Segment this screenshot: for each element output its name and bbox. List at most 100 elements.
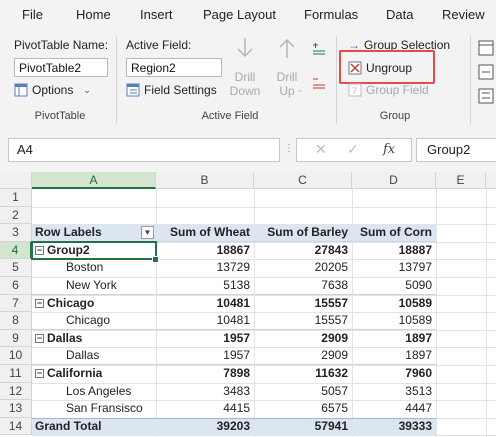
collapse-field-icon[interactable] <box>312 76 326 90</box>
function-icon[interactable]: fx <box>383 142 395 157</box>
pivot-value-cell[interactable]: 15557 <box>254 312 352 330</box>
grand-total-cell[interactable]: 57941 <box>254 418 352 436</box>
row-header[interactable]: 4 <box>0 241 32 260</box>
row-header[interactable]: 2 <box>0 206 32 225</box>
pivot-value-cell[interactable]: 3483 <box>156 383 254 401</box>
insert-timeline-icon[interactable] <box>478 64 494 80</box>
pivot-value-cell[interactable]: 13797 <box>352 259 436 277</box>
column-header-d[interactable]: D <box>352 172 436 189</box>
pivot-value-cell[interactable]: 7638 <box>254 277 352 295</box>
pivot-item-row-label[interactable]: Los Angeles <box>66 383 156 401</box>
select-all-corner[interactable] <box>0 172 32 189</box>
pivot-value-cell[interactable]: 1897 <box>352 347 436 365</box>
row-header[interactable]: 11 <box>0 365 32 383</box>
name-box[interactable]: A4 <box>8 138 280 162</box>
pivot-value-cell[interactable]: 27843 <box>254 242 352 260</box>
pivot-value-cell[interactable]: 1957 <box>156 330 254 348</box>
row-header[interactable]: 7 <box>0 294 32 313</box>
pivot-item-row-label[interactable]: Boston <box>66 259 156 277</box>
row-header[interactable]: 9 <box>0 329 32 348</box>
column-header-f[interactable] <box>486 172 496 189</box>
expand-field-icon[interactable] <box>312 42 326 56</box>
pivot-item-row-label[interactable]: Dallas <box>66 347 156 365</box>
row-header[interactable]: 6 <box>0 277 32 295</box>
grand-total-cell[interactable]: 39333 <box>352 418 436 436</box>
group-field-button[interactable]: 7 Group Field <box>348 83 429 97</box>
field-settings-button[interactable]: Field Settings <box>126 83 217 97</box>
pivot-value-cell[interactable]: 7960 <box>352 365 436 383</box>
pivot-item-row-label[interactable]: San Fransisco <box>66 400 156 418</box>
pivot-value-cell[interactable]: 15557 <box>254 295 352 313</box>
pivot-value-cell[interactable]: 2909 <box>254 347 352 365</box>
tab-page-layout[interactable]: Page Layout <box>203 7 276 22</box>
check-icon[interactable]: ✓ <box>347 141 359 158</box>
formula-input[interactable]: Group2 <box>416 138 496 162</box>
row-header[interactable]: 10 <box>0 347 32 365</box>
pivot-value-cell[interactable]: 20205 <box>254 259 352 277</box>
pivot-group-row-label[interactable]: − Chicago <box>35 295 155 313</box>
column-header-c[interactable]: C <box>254 172 352 189</box>
pivottable-name-input[interactable]: PivotTable2 <box>14 58 108 77</box>
cancel-icon[interactable]: ✕ <box>315 141 327 158</box>
fill-handle[interactable] <box>152 256 159 264</box>
pivot-value-cell[interactable]: 10589 <box>352 295 436 313</box>
row-header[interactable]: 1 <box>0 189 32 207</box>
chevron-down-icon: ⌄ <box>83 84 91 95</box>
pivot-value-cell[interactable]: 6575 <box>254 400 352 418</box>
pivot-value-cell[interactable]: 5057 <box>254 383 352 401</box>
pivot-value-cell[interactable]: 11632 <box>254 365 352 383</box>
column-header-a[interactable]: A <box>32 172 156 189</box>
tab-data[interactable]: Data <box>386 7 413 22</box>
grand-total-label[interactable]: Grand Total <box>35 418 155 436</box>
pivottable-name-label: PivotTable Name: <box>14 38 109 52</box>
row-header[interactable]: 14 <box>0 417 32 436</box>
pivot-value-cell[interactable]: 10589 <box>352 312 436 330</box>
svg-text:7: 7 <box>352 86 357 96</box>
tab-file[interactable]: File <box>22 7 43 22</box>
pivot-value-cell[interactable]: 1957 <box>156 347 254 365</box>
collapse-icon[interactable]: − <box>35 369 44 379</box>
options-button[interactable]: Options ⌄ <box>14 83 91 97</box>
column-header-e[interactable]: E <box>436 172 486 189</box>
pivot-value-cell[interactable]: 18867 <box>156 242 254 260</box>
pivot-value-cell[interactable]: 7898 <box>156 365 254 383</box>
column-header-b[interactable]: B <box>156 172 254 189</box>
pivot-item-row-label[interactable]: Chicago <box>66 312 156 330</box>
row-header[interactable]: 8 <box>0 312 32 330</box>
row-header[interactable]: 13 <box>0 400 32 418</box>
tab-home[interactable]: Home <box>76 7 111 22</box>
ungroup-button[interactable]: Ungroup <box>348 61 412 75</box>
pivot-value-cell[interactable]: 4415 <box>156 400 254 418</box>
pivot-value-cell[interactable]: 5090 <box>352 277 436 295</box>
drill-up-button[interactable]: Drill Up <box>270 36 304 106</box>
pivot-value-cell[interactable]: 5138 <box>156 277 254 295</box>
grand-total-cell[interactable]: 39203 <box>156 418 254 436</box>
pivot-value-cell[interactable]: 18887 <box>352 242 436 260</box>
pivottable-group-label: PivotTable <box>34 110 86 122</box>
filter-dropdown-icon[interactable]: ▼ <box>141 226 154 240</box>
pivot-value-cell[interactable]: 10481 <box>156 295 254 313</box>
pivot-column-header: Row Labels <box>35 225 102 240</box>
collapse-icon[interactable]: − <box>35 298 44 308</box>
pivot-value-cell[interactable]: 2909 <box>254 330 352 348</box>
pivot-value-cell[interactable]: 3513 <box>352 383 436 401</box>
pivot-value-cell[interactable]: 13729 <box>156 259 254 277</box>
drill-down-button[interactable]: Drill Down <box>228 36 262 106</box>
pivot-item-row-label[interactable]: New York <box>66 277 156 295</box>
active-field-input[interactable]: Region2 <box>126 58 222 77</box>
pivot-value-cell[interactable]: 4447 <box>352 400 436 418</box>
tab-insert[interactable]: Insert <box>140 7 173 22</box>
pivot-group-row-label[interactable]: − California <box>35 365 155 383</box>
pivot-value-cell[interactable]: 10481 <box>156 312 254 330</box>
tab-review[interactable]: Review <box>442 7 485 22</box>
filter-connections-icon[interactable] <box>478 88 494 104</box>
tab-formulas[interactable]: Formulas <box>304 7 358 22</box>
pivot-value-cell[interactable]: 1897 <box>352 330 436 348</box>
row-header[interactable]: 5 <box>0 259 32 277</box>
row-header[interactable]: 3 <box>0 224 32 242</box>
row-header[interactable]: 12 <box>0 382 32 401</box>
collapse-icon[interactable]: − <box>35 334 44 344</box>
insert-slicer-icon[interactable] <box>478 40 494 56</box>
pivot-group-row-label[interactable]: − Dallas <box>35 330 155 348</box>
grid-line <box>32 206 496 208</box>
